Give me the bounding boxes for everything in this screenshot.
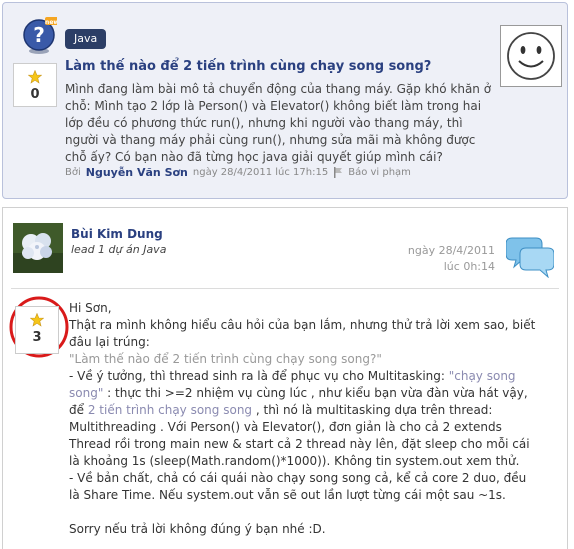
star-icon[interactable] [30,313,44,327]
category-tag[interactable]: Java [65,29,107,49]
question-date: ngày 28/4/2011 lúc 17h:15 [192,167,329,178]
answer-date-line2: lúc 0h:14 [443,260,495,273]
p1-text-a: - Về ý tưởng, thì thread sinh ra là để p… [69,369,449,383]
svg-text:?: ? [33,23,45,47]
answer-author-link[interactable]: Bùi Kim Dung [71,227,163,241]
user-avatar[interactable] [13,223,63,273]
answer-quote: "Làm thế nào để 2 tiến trình cùng chạy s… [69,352,382,366]
report-link[interactable]: Báo vi phạm [348,167,411,178]
question-vote-count: 0 [30,87,40,102]
answer-date-line1: ngày 28/4/2011 [407,244,495,257]
svg-text:new: new [45,19,57,26]
speech-bubbles-icon [506,237,554,278]
question-author-link[interactable]: Nguyễn Văn Sơn [86,166,188,179]
question-vote-box[interactable]: 0 [13,63,57,107]
question-body: Mình đang làm bài mô tả chuyển động của … [65,82,492,164]
report-flag-icon[interactable] [333,167,343,178]
answer-intro: Thật ra mình không hiểu câu hỏi của bạn … [69,318,536,349]
answer-date: ngày 28/4/2011 lúc 0h:14 [408,243,495,275]
p1-highlight-2: 2 tiến trình chạy song song [87,403,253,417]
answer-greeting: Hi Sơn, [69,301,112,315]
answer-author-role: lead 1 dự án Java [71,243,167,256]
answer-body: Hi Sơn, Thật ra mình không hiểu câu hỏi … [69,300,539,538]
smiley-avatar [500,25,562,87]
answer-paragraph-2: - Về bản chất, chả có cái quái nào chạy … [69,471,527,502]
question-mark-icon: ? new [23,17,57,54]
answer-vote-count: 3 [32,330,42,345]
star-icon[interactable] [28,70,42,84]
question-meta: Bởi Nguyễn Văn Sơn ngày 28/4/2011 lúc 17… [65,166,411,179]
answer-closing: Sorry nếu trả lời không đúng ý bạn nhé :… [69,522,326,536]
answer-card: Bùi Kim Dung lead 1 dự án Java ngày 28/4… [2,207,568,549]
question-card: ? new Java 0 Làm thế nào để 2 tiến trình… [2,2,568,199]
question-title[interactable]: Làm thế nào để 2 tiến trình cùng chạy so… [65,59,431,74]
by-label: Bởi [65,167,81,178]
smiley-icon [507,32,555,80]
answer-paragraph-1: - Về ý tưởng, thì thread sinh ra là để p… [69,368,539,470]
divider [11,288,559,289]
answer-vote-box[interactable]: 3 [15,306,59,354]
